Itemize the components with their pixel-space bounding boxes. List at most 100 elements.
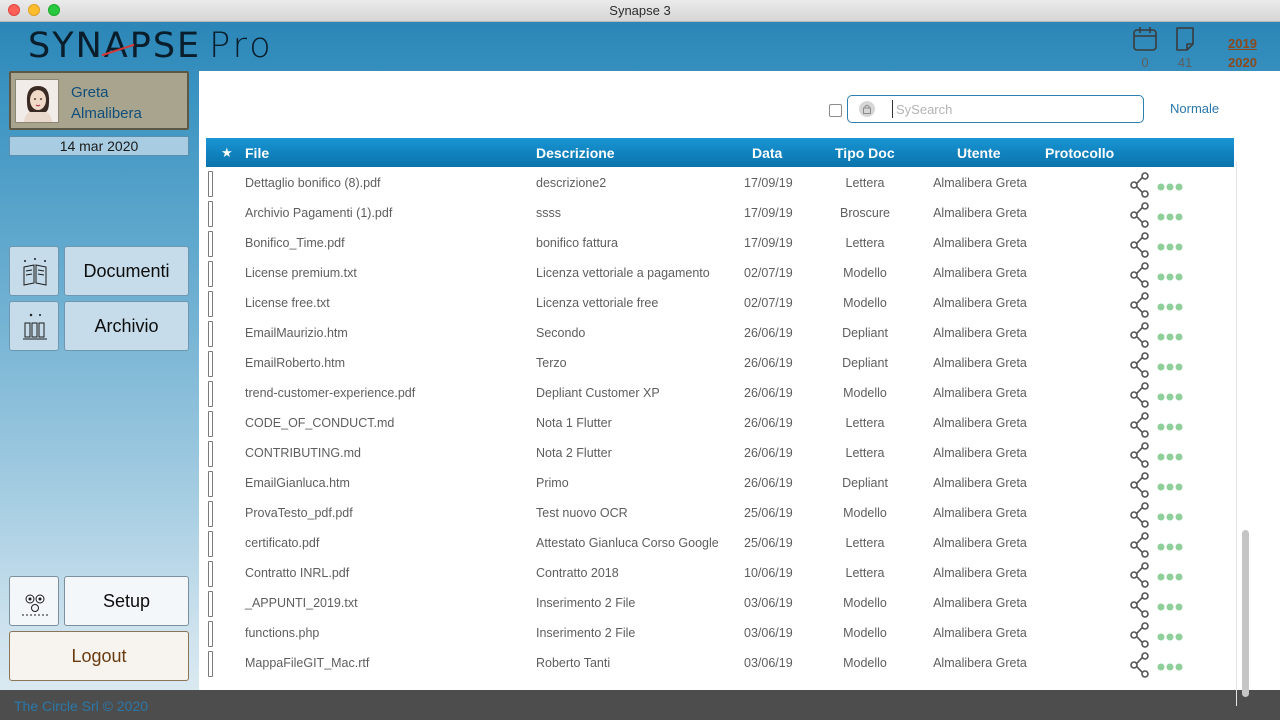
more-dots-icon[interactable]	[1157, 210, 1185, 224]
search-mode-link[interactable]: Normale	[1170, 101, 1219, 116]
share-icon[interactable]	[1129, 532, 1151, 561]
column-header-protocol[interactable]: Protocollo	[1045, 145, 1114, 161]
row-selector[interactable]	[208, 321, 213, 347]
year-selector[interactable]: 2019 2020	[1228, 34, 1257, 72]
column-header-date[interactable]: Data	[752, 145, 782, 161]
user-card[interactable]: Greta Almalibera	[9, 71, 189, 130]
row-selector[interactable]	[208, 171, 213, 197]
table-row[interactable]: certificato.pdf Attestato Gianluca Corso …	[199, 528, 1239, 558]
row-file[interactable]: CODE_OF_CONDUCT.md	[245, 416, 394, 430]
share-icon[interactable]	[1129, 262, 1151, 291]
row-file[interactable]: ProvaTesto_pdf.pdf	[245, 506, 353, 520]
more-dots-icon[interactable]	[1157, 570, 1185, 584]
row-selector[interactable]	[208, 291, 213, 317]
row-file[interactable]: License premium.txt	[245, 266, 357, 280]
table-row[interactable]: Dettaglio bonifico (8).pdf descrizione2 17…	[199, 168, 1239, 198]
search-box[interactable]	[847, 95, 1144, 123]
row-file[interactable]: Archivio Pagamenti (1).pdf	[245, 206, 392, 220]
documents-nav-icon[interactable]	[9, 246, 59, 296]
row-selector[interactable]	[208, 381, 213, 407]
search-input[interactable]	[892, 100, 1132, 118]
share-icon[interactable]	[1129, 562, 1151, 591]
row-selector[interactable]	[208, 501, 213, 527]
row-file[interactable]: Contratto INRL.pdf	[245, 566, 349, 580]
row-selector[interactable]	[208, 201, 213, 227]
row-selector[interactable]	[208, 231, 213, 257]
table-row[interactable]: Contratto INRL.pdf Contratto 2018 10/06/19…	[199, 558, 1239, 588]
archive-button[interactable]: Archivio	[64, 301, 189, 351]
search-filter-checkbox[interactable]	[829, 104, 842, 117]
share-icon[interactable]	[1129, 442, 1151, 471]
share-icon[interactable]	[1129, 232, 1151, 261]
share-icon[interactable]	[1129, 652, 1151, 681]
documents-counter[interactable]: 41	[1165, 22, 1205, 70]
share-icon[interactable]	[1129, 592, 1151, 621]
row-file[interactable]: EmailMaurizio.htm	[245, 326, 348, 340]
more-dots-icon[interactable]	[1157, 630, 1185, 644]
documents-button[interactable]: Documenti	[64, 246, 189, 296]
table-row[interactable]: functions.php Inserimento 2 File 03/06/19 M…	[199, 618, 1239, 648]
table-row[interactable]: License premium.txt Licenza vettoriale a …	[199, 258, 1239, 288]
vertical-scrollbar[interactable]	[1236, 161, 1256, 706]
more-dots-icon[interactable]	[1157, 660, 1185, 674]
row-file[interactable]: certificato.pdf	[245, 536, 319, 550]
column-header-user[interactable]: Utente	[957, 145, 1001, 161]
table-row[interactable]: MappaFileGIT_Mac.rtf Roberto Tanti 03/06/1…	[199, 648, 1239, 678]
archive-nav-icon[interactable]	[9, 301, 59, 351]
share-icon[interactable]	[1129, 202, 1151, 231]
table-row[interactable]: Bonifico_Time.pdf bonifico fattura 17/09/1…	[199, 228, 1239, 258]
table-row[interactable]: ProvaTesto_pdf.pdf Test nuovo OCR 25/06/19…	[199, 498, 1239, 528]
table-row[interactable]: _APPUNTI_2019.txt Inserimento 2 File 03/06…	[199, 588, 1239, 618]
row-file[interactable]: MappaFileGIT_Mac.rtf	[245, 656, 369, 670]
more-dots-icon[interactable]	[1157, 540, 1185, 554]
row-file[interactable]: Bonifico_Time.pdf	[245, 236, 345, 250]
favorite-column-star[interactable]: ★	[221, 145, 233, 161]
share-icon[interactable]	[1129, 412, 1151, 441]
row-selector[interactable]	[208, 561, 213, 587]
close-window-button[interactable]	[8, 4, 20, 16]
more-dots-icon[interactable]	[1157, 240, 1185, 254]
row-selector[interactable]	[208, 591, 213, 617]
more-dots-icon[interactable]	[1157, 420, 1185, 434]
table-row[interactable]: EmailRoberto.htm Terzo 26/06/19 Depliant Alm…	[199, 348, 1239, 378]
year-option[interactable]: 2020	[1228, 53, 1257, 72]
table-row[interactable]: Archivio Pagamenti (1).pdf ssss 17/09/19 Br…	[199, 198, 1239, 228]
row-file[interactable]: Dettaglio bonifico (8).pdf	[245, 176, 381, 190]
share-icon[interactable]	[1129, 172, 1151, 201]
more-dots-icon[interactable]	[1157, 480, 1185, 494]
calendar-counter[interactable]: 0	[1125, 22, 1165, 70]
more-dots-icon[interactable]	[1157, 450, 1185, 464]
share-icon[interactable]	[1129, 382, 1151, 411]
column-header-type[interactable]: Tipo Doc	[835, 145, 895, 161]
table-row[interactable]: License free.txt Licenza vettoriale free 0…	[199, 288, 1239, 318]
column-header-file[interactable]: File	[245, 145, 269, 161]
more-dots-icon[interactable]	[1157, 270, 1185, 284]
scrollbar-thumb[interactable]	[1242, 530, 1249, 697]
minimize-window-button[interactable]	[28, 4, 40, 16]
column-header-description[interactable]: Descrizione	[536, 145, 615, 161]
share-icon[interactable]	[1129, 502, 1151, 531]
more-dots-icon[interactable]	[1157, 330, 1185, 344]
row-file[interactable]: _APPUNTI_2019.txt	[245, 596, 358, 610]
row-file[interactable]: EmailGianluca.htm	[245, 476, 350, 490]
row-file[interactable]: trend-customer-experience.pdf	[245, 386, 415, 400]
share-icon[interactable]	[1129, 322, 1151, 351]
more-dots-icon[interactable]	[1157, 390, 1185, 404]
row-selector[interactable]	[208, 261, 213, 287]
share-icon[interactable]	[1129, 352, 1151, 381]
more-dots-icon[interactable]	[1157, 300, 1185, 314]
more-dots-icon[interactable]	[1157, 360, 1185, 374]
more-dots-icon[interactable]	[1157, 600, 1185, 614]
row-file[interactable]: CONTRIBUTING.md	[245, 446, 361, 460]
row-selector[interactable]	[208, 411, 213, 437]
row-selector[interactable]	[208, 531, 213, 557]
share-icon[interactable]	[1129, 292, 1151, 321]
share-icon[interactable]	[1129, 622, 1151, 651]
table-row[interactable]: CONTRIBUTING.md Nota 2 Flutter 26/06/19 Let…	[199, 438, 1239, 468]
table-row[interactable]: EmailGianluca.htm Primo 26/06/19 Depliant Al…	[199, 468, 1239, 498]
row-file[interactable]: EmailRoberto.htm	[245, 356, 345, 370]
table-row[interactable]: trend-customer-experience.pdf Depliant Cu…	[199, 378, 1239, 408]
more-dots-icon[interactable]	[1157, 510, 1185, 524]
setup-button[interactable]: Setup	[64, 576, 189, 626]
maximize-window-button[interactable]	[48, 4, 60, 16]
